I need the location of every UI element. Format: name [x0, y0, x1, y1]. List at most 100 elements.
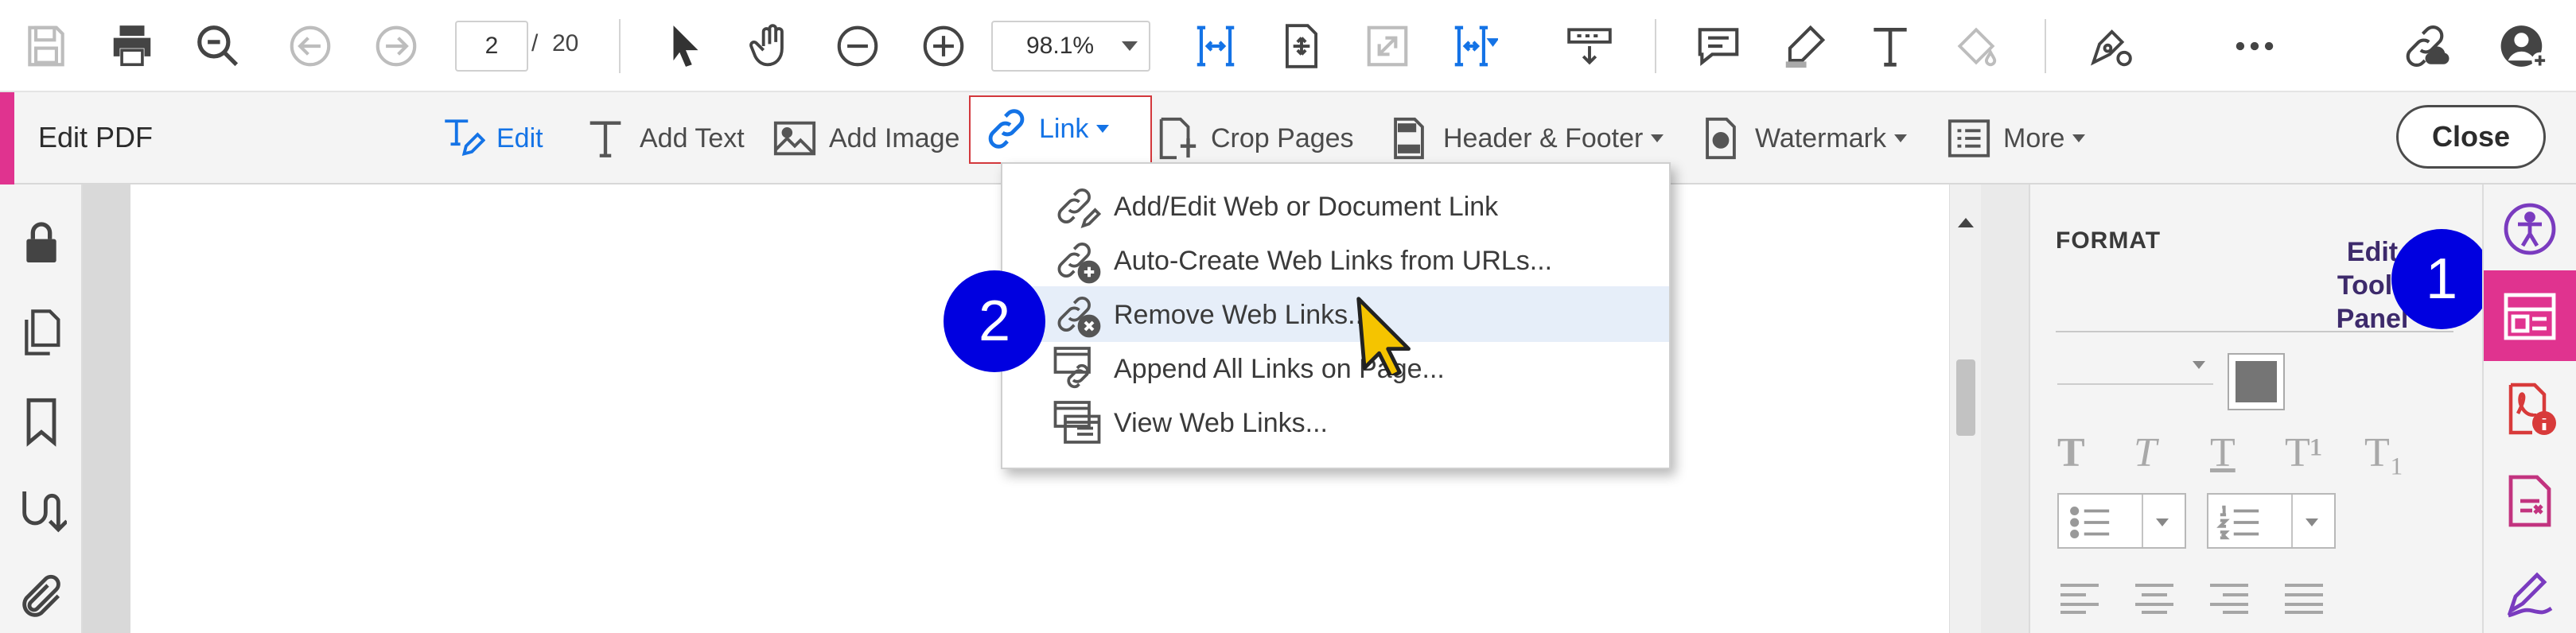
full-screen-icon[interactable]	[1352, 11, 1422, 81]
pdf-info-icon[interactable]	[2501, 380, 2558, 437]
scroll-up-icon[interactable]	[1958, 218, 1974, 227]
text-color-swatch[interactable]	[2228, 353, 2285, 410]
underline-text-icon[interactable]: T	[2210, 429, 2236, 476]
menu-item-remove-web-links[interactable]: Remove Web Links...	[1002, 286, 1669, 342]
link-button[interactable]: Link	[983, 103, 1110, 154]
chevron-down-icon	[1122, 41, 1138, 51]
print-icon[interactable]	[97, 11, 167, 81]
select-arrow-icon[interactable]	[651, 11, 721, 81]
signature-pen-icon[interactable]	[2501, 563, 2558, 620]
zoom-level-value: 98.1%	[1026, 33, 1095, 59]
vertical-scrollbar[interactable]	[1949, 184, 1981, 633]
add-text-label: Add Text	[640, 122, 745, 153]
add-text-icon[interactable]	[1855, 11, 1925, 81]
form-fields-icon[interactable]	[2501, 472, 2558, 530]
align-center-icon[interactable]	[2134, 582, 2175, 614]
view-links-icon	[1053, 401, 1101, 444]
hand-icon[interactable]	[737, 11, 807, 81]
scrollbar-thumb[interactable]	[1956, 359, 1975, 436]
font-family-underline	[2056, 331, 2453, 332]
menu-item-auto-create-links[interactable]: Auto-Create Web Links from URLs...	[1002, 232, 1669, 288]
step-callout-2: 2	[944, 270, 1045, 372]
attachments-path-icon[interactable]	[16, 485, 68, 536]
select-divider	[2142, 495, 2143, 547]
chevron-down-icon	[2156, 518, 2169, 526]
bold-text-icon[interactable]: T	[2057, 429, 2085, 476]
align-right-icon[interactable]	[2208, 582, 2250, 614]
watermark-label: Watermark	[1755, 122, 1886, 153]
header-footer-button[interactable]: Header & Footer	[1386, 113, 1664, 164]
align-left-icon[interactable]	[2059, 582, 2100, 614]
panel-gutter	[1981, 184, 2029, 633]
chevron-down-icon	[2306, 518, 2318, 526]
step-callout-1: 1	[2391, 229, 2492, 329]
zoom-in-icon[interactable]	[909, 11, 979, 81]
subscript-text-icon[interactable]: T₁	[2364, 429, 2404, 476]
save-icon[interactable]	[11, 11, 81, 81]
font-size-select[interactable]	[2057, 340, 2213, 385]
more-tools-icon[interactable]	[2220, 11, 2290, 81]
crop-pages-button[interactable]: Crop Pages	[1154, 113, 1354, 164]
numbered-list-icon	[2216, 505, 2259, 540]
menu-item-label: Add/Edit Web or Document Link	[1114, 192, 1499, 222]
right-tools-rail	[2482, 184, 2576, 633]
select-divider	[2291, 495, 2293, 547]
edit-button-label: Edit	[496, 122, 543, 153]
main-toolbar: 2 / 20 98.1%	[0, 0, 2576, 92]
previous-page-icon[interactable]	[275, 11, 345, 81]
menu-item-append-all-links[interactable]: Append All Links on Page...	[1002, 340, 1669, 396]
rotate-view-icon[interactable]	[1555, 11, 1625, 81]
align-justify-icon[interactable]	[2283, 582, 2325, 614]
toolbar-separator	[619, 19, 621, 73]
next-page-icon[interactable]	[361, 11, 431, 81]
superscript-text-icon[interactable]: T¹	[2285, 429, 2322, 476]
page-total: 20	[552, 30, 579, 56]
link-button-label: Link	[1039, 113, 1089, 144]
edit-tools-panel-icon[interactable]	[2501, 288, 2558, 345]
watermark-button[interactable]: Watermark	[1698, 113, 1907, 164]
close-button[interactable]: Close	[2396, 105, 2546, 169]
bullet-list-select[interactable]	[2057, 493, 2186, 549]
zoom-level-select[interactable]: 98.1%	[991, 21, 1150, 72]
scrolling-mode-icon[interactable]	[1438, 11, 1508, 81]
edit-text-image-icon	[445, 119, 485, 156]
page-thumbnails-icon[interactable]	[16, 307, 67, 358]
add-image-label: Add Image	[829, 122, 960, 153]
chevron-down-icon	[2193, 361, 2205, 369]
numbered-list-select[interactable]	[2207, 493, 2336, 549]
search-zoom-icon[interactable]	[183, 11, 253, 81]
page-number-input[interactable]: 2	[455, 21, 528, 72]
color-fill	[2236, 361, 2277, 402]
crop-icon	[1159, 117, 1197, 160]
watermark-icon	[1706, 117, 1736, 160]
zoom-out-icon[interactable]	[823, 11, 893, 81]
link-remove-icon	[1057, 297, 1101, 338]
menu-item-add-edit-link[interactable]: Add/Edit Web or Document Link	[1002, 178, 1669, 234]
bullet-list-icon	[2070, 506, 2110, 539]
mouse-pointer-icon	[1356, 297, 1411, 375]
fill-sign-icon[interactable]	[1941, 11, 2011, 81]
comment-icon[interactable]	[1683, 11, 1753, 81]
account-icon[interactable]	[2488, 11, 2558, 81]
menu-item-view-web-links[interactable]: View Web Links...	[1002, 394, 1669, 450]
chevron-down-icon	[1893, 134, 1907, 142]
sign-icon[interactable]	[2075, 11, 2145, 81]
lock-icon[interactable]	[16, 218, 67, 269]
add-text-button[interactable]: Add Text	[582, 113, 745, 164]
link-dropdown-menu: Add/Edit Web or Document Link Auto-Creat…	[1001, 162, 1671, 469]
link-append-icon	[1053, 347, 1091, 389]
share-link-icon[interactable]	[2390, 11, 2460, 81]
bookmark-icon[interactable]	[16, 396, 67, 447]
paperclip-icon[interactable]	[16, 573, 67, 623]
fit-width-icon[interactable]	[1181, 11, 1251, 81]
more-button[interactable]: More	[1946, 113, 2086, 164]
tool-title: Edit PDF	[38, 121, 154, 153]
add-image-button[interactable]: Add Image	[772, 113, 959, 164]
accessibility-icon[interactable]	[2501, 200, 2558, 258]
edit-button[interactable]: Edit	[439, 113, 543, 164]
chevron-down-icon	[2072, 134, 2086, 142]
highlight-icon[interactable]	[1769, 11, 1839, 81]
fit-page-icon[interactable]	[1267, 11, 1337, 81]
italic-text-icon[interactable]: T	[2134, 429, 2157, 476]
text-icon	[590, 121, 621, 157]
